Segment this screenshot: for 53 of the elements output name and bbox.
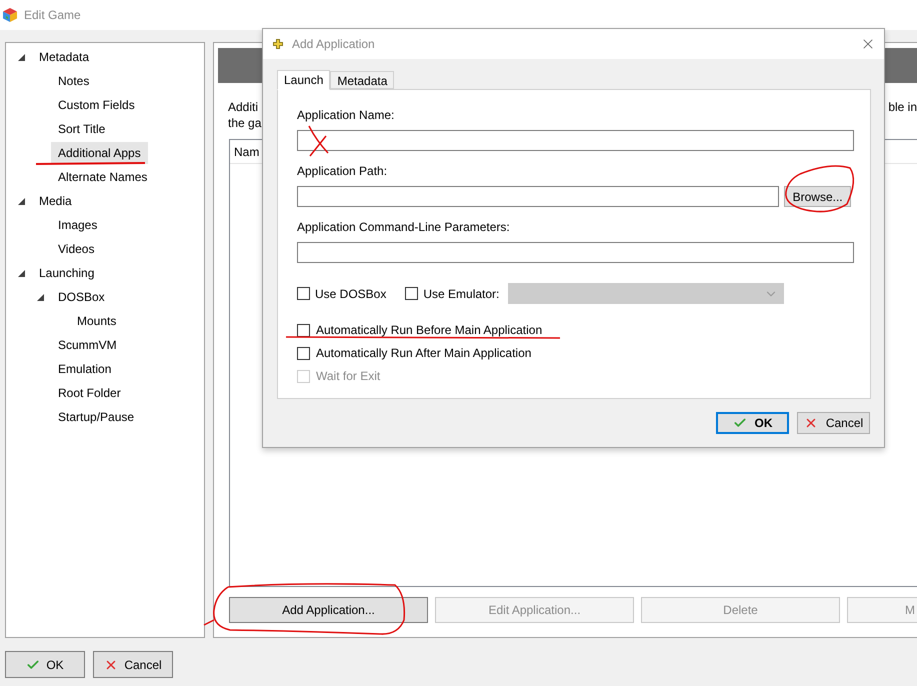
input-field[interactable] [297,130,854,151]
input-field[interactable] [297,186,780,207]
checkbox[interactable] [297,346,310,360]
tree-item[interactable]: Metadata [32,46,96,68]
cube-icon [3,8,17,22]
checkbox-label[interactable]: Automatically Run Before Main Application [316,321,542,339]
checkbox-label[interactable]: Automatically Run After Main Application [316,344,532,362]
tree-item[interactable]: Images [51,214,104,236]
circle-mark [785,165,854,212]
tree-item[interactable]: Startup/Pause [51,406,142,428]
footer-button[interactable]: OK [5,651,85,678]
check-icon [26,658,40,672]
dialog-title: Add Application [292,36,376,53]
tree-item[interactable]: DOSBox [51,286,112,308]
dialog-button[interactable]: Cancel [797,412,870,434]
tree-item[interactable]: Launching [32,262,102,284]
tree-item[interactable]: Media [32,190,79,212]
window-title: Edit Game [24,7,81,24]
checkbox[interactable] [297,324,310,336]
expanded-triangle-icon[interactable] [18,270,25,276]
footer-button[interactable]: Cancel [93,651,173,678]
description-text: the ga [228,115,262,131]
tree-item[interactable]: Additional Apps [51,142,148,164]
checkbox[interactable] [297,287,310,300]
expanded-triangle-icon[interactable] [18,198,25,204]
list-button[interactable]: Add Application... [229,597,428,623]
description-text: Additi [228,99,260,115]
dialog-button[interactable]: OK [716,412,789,434]
tree-item[interactable]: Videos [51,238,102,260]
tab[interactable]: Launch [277,70,330,90]
tree-item[interactable]: Root Folder [51,382,128,404]
tree-item[interactable]: Sort Title [51,118,112,140]
check-icon [732,416,746,430]
tab[interactable]: Metadata [330,71,394,89]
tree-item[interactable]: Emulation [51,358,118,380]
field-label: Application Command-Line Parameters: [297,220,511,235]
expanded-triangle-icon[interactable] [18,54,25,60]
input-field[interactable] [297,242,854,263]
tree-item[interactable]: Notes [51,70,96,92]
plus-icon [273,39,283,49]
tree-item[interactable]: Mounts [70,310,124,332]
checkbox-label[interactable]: Use Emulator: [423,284,500,302]
tree-item[interactable]: Custom Fields [51,94,142,116]
browse-button[interactable]: Browse... [784,186,851,207]
description-text: ble in [888,99,917,116]
checkbox-label[interactable]: Use DOSBox [315,284,386,302]
cross-mark [308,125,329,157]
tree-item[interactable]: ScummVM [51,334,124,356]
field-label: Application Path: [297,164,388,179]
expanded-triangle-icon[interactable] [37,294,44,300]
tree-item[interactable]: Alternate Names [51,166,154,188]
field-label: Application Name: [297,108,396,123]
checkbox[interactable] [405,287,418,300]
